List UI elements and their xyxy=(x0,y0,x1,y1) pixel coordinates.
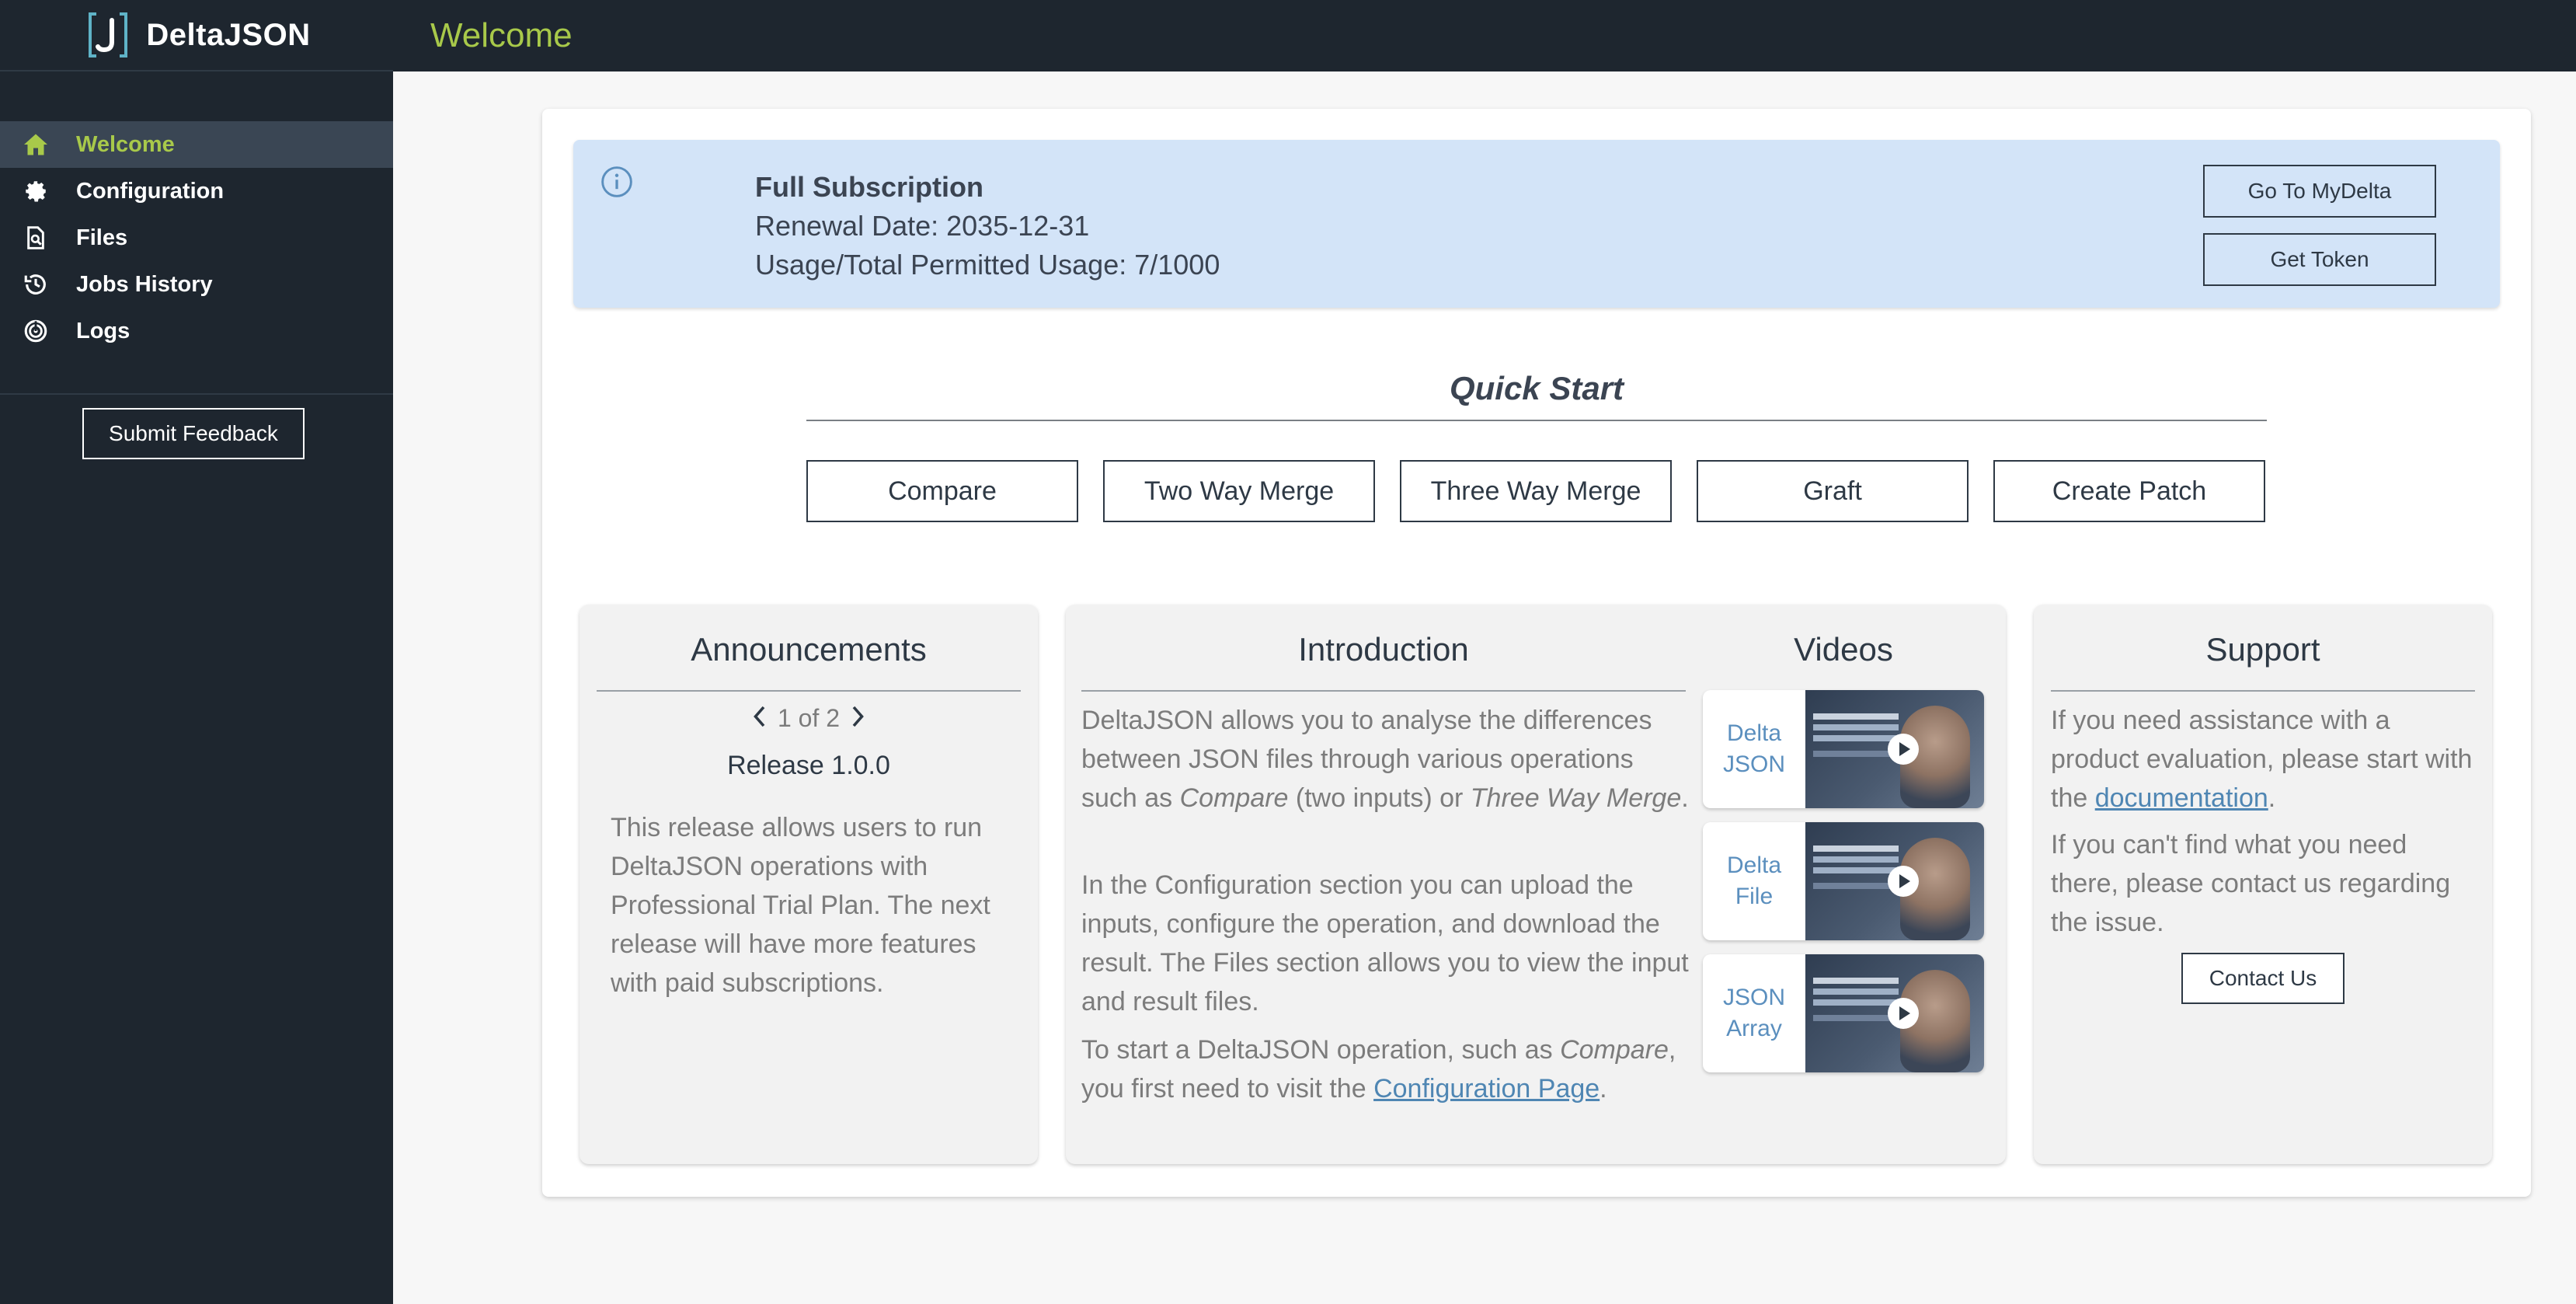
create-patch-button[interactable]: Create Patch xyxy=(1993,460,2265,522)
sidebar-item-label: Jobs History xyxy=(76,271,213,297)
page-title: Welcome xyxy=(430,16,573,54)
sidebar-item-label: Logs xyxy=(76,318,131,343)
video-card-delta-json[interactable]: Delta JSON xyxy=(1703,690,1984,808)
introduction-paragraph-2: In the Configuration section you can upl… xyxy=(1081,870,1689,1016)
documentation-link[interactable]: documentation xyxy=(2095,783,2268,813)
play-icon xyxy=(1888,998,1919,1029)
gear-icon xyxy=(20,176,51,207)
video-card-json-array[interactable]: JSON Array xyxy=(1703,954,1984,1072)
announcements-title: Announcements xyxy=(691,631,927,668)
announcement-pager: 1 of 2 xyxy=(580,704,1038,733)
subscription-title: Full Subscription xyxy=(755,171,983,203)
home-icon xyxy=(20,129,51,160)
pager-text: 1 of 2 xyxy=(777,704,841,732)
introduction-title: Introduction xyxy=(1298,631,1469,668)
video-card-delta-file[interactable]: Delta File xyxy=(1703,822,1984,940)
usage-count: Usage/Total Permitted Usage: 7/1000 xyxy=(755,249,1220,281)
sidebar: DeltaJSON Welcome Configuration Files Jo… xyxy=(0,0,393,1304)
support-paragraph-2: If you can't find what you need there, p… xyxy=(2051,830,2451,937)
announcements-divider xyxy=(597,690,1021,692)
brand[interactable]: DeltaJSON xyxy=(0,0,393,71)
video-thumbnail xyxy=(1805,822,1984,940)
two-way-merge-button[interactable]: Two Way Merge xyxy=(1103,460,1375,522)
contact-us-button[interactable]: Contact Us xyxy=(2181,953,2345,1004)
announcements-panel: Announcements 1 of 2 Release 1.0.0 This … xyxy=(580,605,1038,1164)
play-icon xyxy=(1888,866,1919,897)
introduction-paragraph-3: To start a DeltaJSON operation, such as … xyxy=(1081,1035,1676,1104)
introduction-panel: Introduction DeltaJSON allows you to ana… xyxy=(1066,605,2006,1164)
introduction-paragraph-1: DeltaJSON allows you to analyse the diff… xyxy=(1081,706,1689,813)
logs-icon xyxy=(20,316,51,347)
get-token-button[interactable]: Get Token xyxy=(2203,233,2436,286)
welcome-card: Full Subscription Renewal Date: 2035-12-… xyxy=(542,109,2531,1197)
video-label: JSON Array xyxy=(1722,985,1785,1041)
top-bar: Welcome xyxy=(393,0,2576,71)
go-to-mydelta-button[interactable]: Go To MyDelta xyxy=(2203,165,2436,218)
configuration-page-link[interactable]: Configuration Page xyxy=(1373,1074,1600,1104)
submit-feedback-button[interactable]: Submit Feedback xyxy=(82,408,305,459)
sidebar-item-label: Welcome xyxy=(76,131,175,157)
sidebar-divider xyxy=(0,393,393,395)
support-divider xyxy=(2051,690,2475,692)
video-label: Delta JSON xyxy=(1722,720,1785,777)
support-paragraph-1: If you need assistance with a product ev… xyxy=(2051,706,2473,813)
introduction-divider xyxy=(1081,690,1686,692)
chevron-right-icon[interactable] xyxy=(851,705,866,732)
subscription-banner: Full Subscription Renewal Date: 2035-12-… xyxy=(573,140,2500,308)
release-title: Release 1.0.0 xyxy=(727,751,890,780)
video-label: Delta File xyxy=(1726,852,1782,909)
compare-button[interactable]: Compare xyxy=(806,460,1078,522)
deltajson-logo-icon xyxy=(82,9,134,61)
sidebar-item-welcome[interactable]: Welcome xyxy=(0,121,393,168)
support-title: Support xyxy=(2205,631,2320,668)
sidebar-item-label: Configuration xyxy=(76,178,225,204)
three-way-merge-button[interactable]: Three Way Merge xyxy=(1400,460,1672,522)
renewal-date: Renewal Date: 2035-12-31 xyxy=(755,210,1090,242)
quick-start-divider xyxy=(806,420,2267,421)
play-icon xyxy=(1888,734,1919,765)
quick-start-title: Quick Start xyxy=(1449,370,1624,406)
sidebar-nav: Welcome Configuration Files Jobs History… xyxy=(0,121,393,354)
sidebar-item-logs[interactable]: Logs xyxy=(0,308,393,354)
file-search-icon xyxy=(20,222,51,253)
sidebar-item-label: Files xyxy=(76,225,128,250)
support-panel: Support If you need assistance with a pr… xyxy=(2034,605,2492,1164)
sidebar-item-jobs-history[interactable]: Jobs History xyxy=(0,261,393,308)
sidebar-item-files[interactable]: Files xyxy=(0,214,393,261)
graft-button[interactable]: Graft xyxy=(1697,460,1969,522)
chevron-left-icon[interactable] xyxy=(751,705,767,732)
sidebar-item-configuration[interactable]: Configuration xyxy=(0,168,393,214)
video-thumbnail xyxy=(1805,954,1984,1072)
video-thumbnail xyxy=(1805,690,1984,808)
info-icon xyxy=(600,165,634,203)
history-icon xyxy=(20,269,51,300)
brand-name: DeltaJSON xyxy=(146,17,311,52)
videos-title: Videos xyxy=(1794,631,1893,668)
announcement-body: This release allows users to run DeltaJS… xyxy=(611,813,990,998)
